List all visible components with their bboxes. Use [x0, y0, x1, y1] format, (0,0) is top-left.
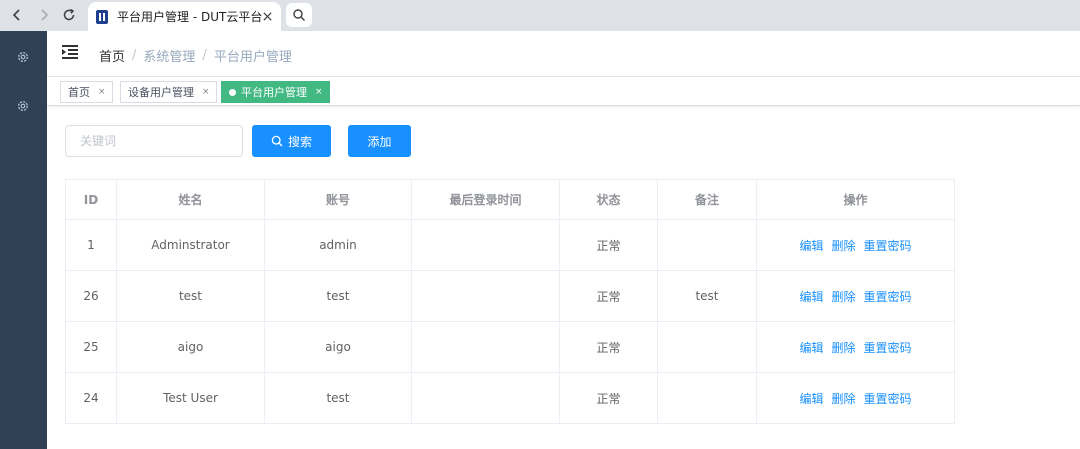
- forward-icon: [41, 9, 49, 21]
- add-button-label: 添加: [367, 134, 392, 149]
- cell-account: admin: [264, 219, 412, 271]
- search-icon: [293, 9, 305, 21]
- column-header-actions: 操作: [756, 179, 955, 220]
- edit-link[interactable]: 编辑: [799, 290, 823, 304]
- cell-last-login: [411, 321, 560, 373]
- search-icon: [271, 135, 283, 147]
- delete-link[interactable]: 删除: [831, 392, 855, 406]
- tag-home[interactable]: 首页 ×: [60, 81, 113, 103]
- cell-last-login: [411, 270, 560, 322]
- sidebar-toggle-button[interactable]: [62, 45, 78, 59]
- breadcrumb-separator: /: [132, 48, 137, 63]
- reload-button[interactable]: [58, 4, 80, 26]
- browser-tab[interactable]: 平台用户管理 - DUT云平台: [88, 2, 281, 31]
- active-dot-icon: [229, 88, 236, 96]
- cell-actions: 编辑 删除 重置密码: [756, 372, 955, 424]
- cell-account: test: [264, 372, 412, 424]
- column-header-remark: 备注: [657, 179, 757, 220]
- cell-status: 正常: [559, 321, 658, 373]
- user-table: ID 姓名 账号 最后登录时间 状态 备注 操作 1 Adminstrator …: [65, 179, 955, 424]
- delete-link[interactable]: 删除: [831, 239, 855, 253]
- table-row: 25 aigo aigo 正常 编辑 删除 重置密码: [65, 321, 955, 373]
- column-header-account: 账号: [264, 179, 412, 220]
- tag-close-icon[interactable]: ×: [98, 87, 106, 97]
- cell-remark: [657, 372, 757, 424]
- cell-remark: [657, 219, 757, 271]
- edit-link[interactable]: 编辑: [799, 239, 823, 253]
- breadcrumb-current: 平台用户管理: [213, 50, 292, 65]
- sidebar-item-settings[interactable]: [16, 50, 30, 64]
- breadcrumb-home[interactable]: 首页: [99, 46, 125, 65]
- cell-id: 26: [65, 270, 117, 322]
- tags-view: 首页 × 设备用户管理 × 平台用户管理 ×: [47, 78, 1080, 106]
- cell-name: test: [116, 270, 265, 322]
- cell-last-login: [411, 372, 560, 424]
- table-row: 1 Adminstrator admin 正常 编辑 删除 重置密码: [65, 219, 955, 271]
- breadcrumb-system: 系统管理: [143, 50, 196, 65]
- sidebar: [0, 31, 47, 449]
- search-button-label: 搜索: [287, 134, 312, 149]
- reset-password-link[interactable]: 重置密码: [864, 290, 912, 304]
- cell-name: aigo: [116, 321, 265, 373]
- table-header-row: ID 姓名 账号 最后登录时间 状态 备注 操作: [65, 179, 955, 220]
- tag-label: 平台用户管理: [241, 86, 307, 99]
- tag-close-icon[interactable]: ×: [315, 87, 323, 97]
- gear-icon: [18, 101, 28, 111]
- cell-status: 正常: [559, 372, 658, 424]
- cell-status: 正常: [559, 219, 658, 271]
- tag-platform-users[interactable]: 平台用户管理 ×: [221, 81, 330, 103]
- cell-actions: 编辑 删除 重置密码: [756, 321, 955, 373]
- cell-actions: 编辑 删除 重置密码: [756, 219, 955, 271]
- breadcrumb-separator: /: [202, 48, 207, 63]
- column-header-last-login: 最后登录时间: [411, 179, 560, 220]
- cell-account: aigo: [264, 321, 412, 373]
- reload-icon: [63, 8, 75, 21]
- tab-search-button[interactable]: [286, 3, 312, 27]
- reset-password-link[interactable]: 重置密码: [864, 392, 912, 406]
- table-row: 24 Test User test 正常 编辑 删除 重置密码: [65, 372, 955, 424]
- tag-label: 设备用户管理: [128, 86, 194, 99]
- column-header-name: 姓名: [116, 179, 265, 220]
- cell-remark: [657, 321, 757, 373]
- tag-close-icon[interactable]: ×: [202, 87, 210, 97]
- sidebar-item-system[interactable]: [16, 99, 30, 113]
- site-favicon-icon: [96, 9, 108, 24]
- close-icon: [263, 12, 272, 21]
- browser-toolbar: 平台用户管理 - DUT云平台: [0, 0, 1080, 31]
- back-button[interactable]: [6, 4, 28, 26]
- reset-password-link[interactable]: 重置密码: [864, 341, 912, 355]
- back-icon: [12, 9, 20, 21]
- delete-link[interactable]: 删除: [831, 341, 855, 355]
- reset-password-link[interactable]: 重置密码: [864, 239, 912, 253]
- keyword-search-input[interactable]: [65, 125, 243, 157]
- cell-name: Adminstrator: [116, 219, 265, 271]
- cell-actions: 编辑 删除 重置密码: [756, 270, 955, 322]
- browser-tab-title: 平台用户管理 - DUT云平台: [117, 10, 263, 24]
- cell-last-login: [411, 219, 560, 271]
- cell-name: Test User: [116, 372, 265, 424]
- cell-id: 24: [65, 372, 117, 424]
- cell-account: test: [264, 270, 412, 322]
- edit-link[interactable]: 编辑: [799, 392, 823, 406]
- cell-remark: test: [657, 270, 757, 322]
- breadcrumb: 首页 / 系统管理 / 平台用户管理: [99, 46, 292, 65]
- cell-id: 1: [65, 219, 117, 271]
- column-header-id: ID: [65, 179, 117, 220]
- cell-id: 25: [65, 321, 117, 373]
- navbar: 首页 / 系统管理 / 平台用户管理: [47, 31, 1080, 77]
- tab-close-button[interactable]: [262, 10, 273, 24]
- table-row: 26 test test 正常 test 编辑 删除 重置密码: [65, 270, 955, 322]
- search-button[interactable]: 搜索: [252, 125, 331, 157]
- tag-label: 首页: [68, 86, 90, 99]
- tag-device-users[interactable]: 设备用户管理 ×: [120, 81, 217, 103]
- cell-status: 正常: [559, 270, 658, 322]
- gear-icon: [18, 52, 28, 62]
- menu-fold-icon: [62, 45, 78, 59]
- edit-link[interactable]: 编辑: [799, 341, 823, 355]
- column-header-status: 状态: [559, 179, 658, 220]
- delete-link[interactable]: 删除: [831, 290, 855, 304]
- add-button[interactable]: 添加: [348, 125, 411, 157]
- forward-button[interactable]: [33, 4, 55, 26]
